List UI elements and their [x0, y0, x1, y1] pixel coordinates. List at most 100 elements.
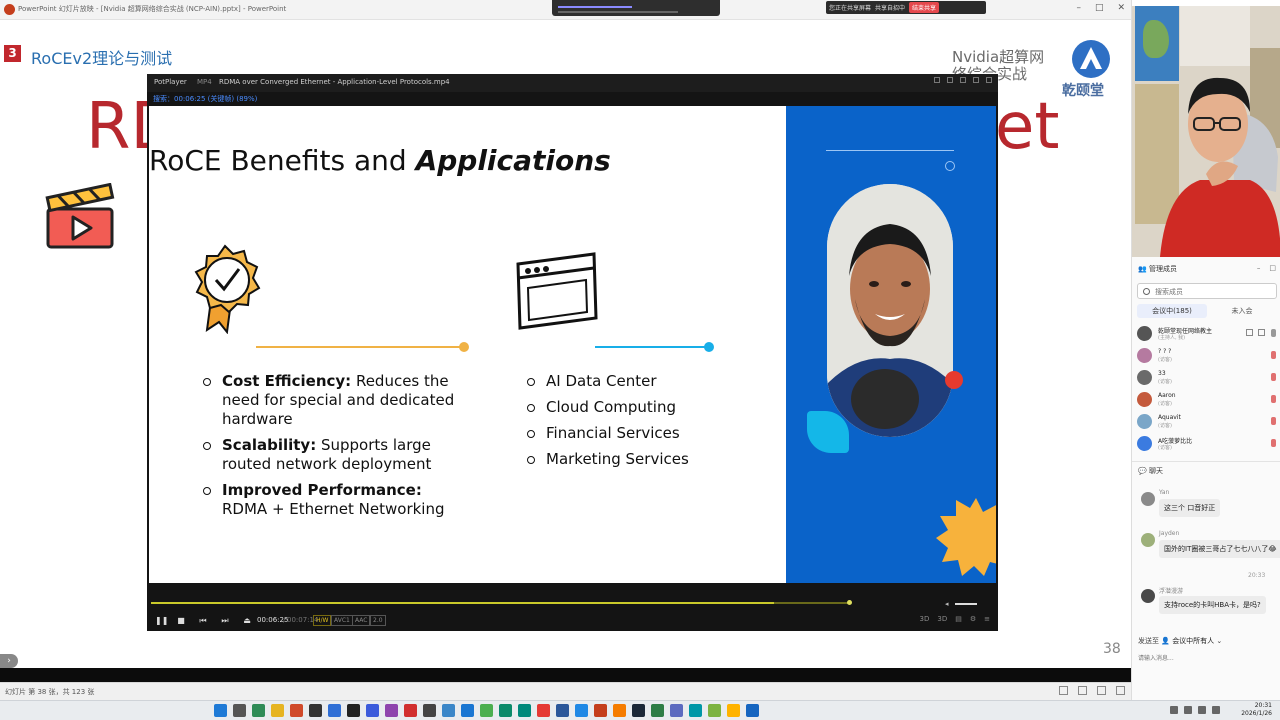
member-row[interactable]: 33 (访客)	[1137, 369, 1277, 389]
app-icon[interactable]	[575, 704, 588, 717]
hw-decode-badge[interactable]: H/W	[313, 615, 332, 626]
app-icon[interactable]	[670, 704, 683, 717]
app-icon[interactable]	[746, 704, 759, 717]
slide-nav-arrow[interactable]: ›	[0, 654, 18, 668]
start-menu-icon[interactable]	[214, 704, 227, 717]
minimize-icon[interactable]	[947, 77, 953, 83]
word-icon[interactable]	[556, 704, 569, 717]
share-status-label[interactable]: 共享自招中	[875, 3, 905, 12]
app-icon[interactable]	[727, 704, 740, 717]
3d-toggle[interactable]: 3D	[920, 615, 930, 623]
volume-slider[interactable]	[955, 603, 977, 605]
microphone-muted-icon[interactable]	[1271, 373, 1276, 381]
popout-icon[interactable]: □	[1269, 264, 1276, 272]
video-presenter-panel	[786, 106, 996, 583]
chat-input[interactable]	[1138, 653, 1276, 663]
app-icon[interactable]	[632, 704, 645, 717]
member-row[interactable]: Aaron (访客)	[1137, 391, 1277, 411]
file-explorer-icon[interactable]	[271, 704, 284, 717]
seek-bar-handle[interactable]	[847, 600, 852, 605]
fullscreen-icon[interactable]	[973, 77, 979, 83]
tab-not-joined[interactable]: 未入会	[1207, 304, 1277, 318]
volume-icon[interactable]: ◂	[945, 600, 949, 608]
app-icon[interactable]	[442, 704, 455, 717]
meeting-mini-toolbar[interactable]	[552, 0, 720, 16]
sorter-view-icon[interactable]	[1078, 686, 1087, 695]
benefits-divider	[256, 346, 463, 348]
app-icon[interactable]	[708, 704, 721, 717]
decor-ring	[945, 161, 955, 171]
microphone-muted-icon[interactable]	[1271, 417, 1276, 425]
audio-codec-badge[interactable]: AAC	[352, 615, 371, 626]
app-icon[interactable]	[651, 704, 664, 717]
minimize-icon[interactable]: –	[1076, 3, 1081, 13]
player-file-name: RDMA over Converged Ethernet - Applicati…	[219, 78, 450, 86]
maximize-icon[interactable]	[960, 77, 966, 83]
member-row[interactable]: 乾颐堂现任网络教主 (主持人, 我)	[1137, 325, 1277, 345]
member-row[interactable]: ? ? ? (访客)	[1137, 347, 1277, 367]
eject-icon[interactable]: ⏏	[243, 616, 251, 626]
wifi-icon[interactable]	[1198, 706, 1206, 714]
microphone-icon[interactable]	[1271, 329, 1276, 337]
audio-channel-badge[interactable]: 2.0	[370, 615, 386, 626]
app-icon[interactable]	[366, 704, 379, 717]
next-icon[interactable]: ⏭	[221, 616, 229, 626]
app-icon[interactable]	[423, 704, 436, 717]
powerpoint-icon[interactable]	[594, 704, 607, 717]
send-to-selector[interactable]: 发送至 👤 会议中所有人 ⌄	[1138, 636, 1222, 646]
app-icon[interactable]	[461, 704, 474, 717]
task-view-icon[interactable]	[233, 704, 246, 717]
slideshow-view-icon[interactable]	[1116, 686, 1125, 695]
3d-mode-toggle[interactable]: 3D	[937, 615, 947, 623]
app-icon[interactable]	[347, 704, 360, 717]
normal-view-icon[interactable]	[1059, 686, 1068, 695]
app-icon[interactable]	[290, 704, 303, 717]
chat-sender: 浮潜漫游	[1159, 588, 1184, 595]
microphone-muted-icon[interactable]	[1271, 439, 1276, 447]
sharing-label: 您正在共享屏幕	[829, 5, 872, 12]
app-icon[interactable]	[328, 704, 341, 717]
member-row[interactable]: A吃菠萝比比 (访客)	[1137, 435, 1277, 455]
app-icon[interactable]	[537, 704, 550, 717]
maximize-icon[interactable]: □	[1095, 3, 1104, 13]
microphone-muted-icon[interactable]	[1271, 395, 1276, 403]
app-icon[interactable]	[385, 704, 398, 717]
stop-share-button[interactable]: 结束共享	[909, 2, 940, 13]
taskbar-clock[interactable]: 20:31 2026/1/26	[1241, 702, 1272, 718]
player-app-name[interactable]: PotPlayer	[154, 78, 187, 86]
microphone-muted-icon[interactable]	[1271, 351, 1276, 359]
tab-in-meeting[interactable]: 会议中(185)	[1137, 304, 1207, 318]
close-icon[interactable]: ✕	[1117, 3, 1125, 13]
settings-icon[interactable]: ⚙	[970, 615, 976, 623]
terminal-icon[interactable]	[309, 704, 322, 717]
app-icon[interactable]	[480, 704, 493, 717]
playlist-icon[interactable]: ▤	[955, 615, 962, 623]
member-row[interactable]: Aquavit (访客)	[1137, 413, 1277, 433]
close-icon[interactable]	[986, 77, 992, 83]
player-titlebar[interactable]: PotPlayer MP4 RDMA over Converged Ethern…	[147, 74, 998, 92]
video-codec-badge[interactable]: AVC1	[331, 615, 353, 626]
tray-icon[interactable]	[1170, 706, 1178, 714]
member-search-input[interactable]	[1155, 286, 1273, 297]
pause-icon[interactable]: ❚❚	[155, 616, 168, 626]
pin-icon[interactable]	[934, 77, 940, 83]
reading-view-icon[interactable]	[1097, 686, 1106, 695]
video-frame[interactable]: RoCE Benefits and Applications Cost Effi…	[149, 106, 996, 583]
camera-icon[interactable]	[1258, 329, 1265, 336]
app-icon[interactable]	[689, 704, 702, 717]
app-icon[interactable]	[518, 704, 531, 717]
stop-icon[interactable]: ■	[177, 616, 185, 626]
seek-bar[interactable]	[151, 602, 851, 604]
app-icon[interactable]	[404, 704, 417, 717]
previous-icon[interactable]: ⏮	[199, 616, 207, 626]
app-icon[interactable]	[613, 704, 626, 717]
screen-share-icon[interactable]	[1246, 329, 1253, 336]
tray-icon[interactable]	[1184, 706, 1192, 714]
minimize-icon[interactable]: –	[1257, 264, 1261, 272]
app-icon[interactable]	[499, 704, 512, 717]
member-search[interactable]	[1137, 283, 1277, 299]
app-icon[interactable]	[252, 704, 265, 717]
menu-icon[interactable]: ≡	[984, 615, 990, 623]
benefit-name: Scalability:	[222, 436, 317, 454]
volume-icon[interactable]	[1212, 706, 1220, 714]
